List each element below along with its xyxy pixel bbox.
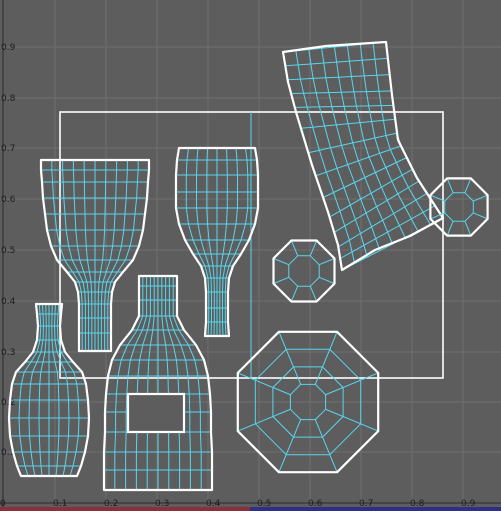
y-tick-label: 0.3	[1, 348, 15, 358]
y-tick-label: 0.9	[1, 43, 16, 53]
uv-editor-viewport[interactable]: 0.90.80.70.60.50.40.30.20.10 0.1 0.2 0.3 0.4…	[0, 0, 501, 511]
timeline-strip-right	[250, 507, 501, 511]
y-tick-label: 0.7	[1, 144, 15, 154]
y-tick-label: 0.6	[1, 195, 16, 205]
y-tick-label: 0.8	[1, 94, 16, 104]
y-tick-label: 0.4	[1, 297, 16, 307]
y-tick-label: 0.5	[1, 246, 15, 256]
label-cutout	[126, 392, 186, 434]
timeline-strip-left	[0, 507, 250, 511]
